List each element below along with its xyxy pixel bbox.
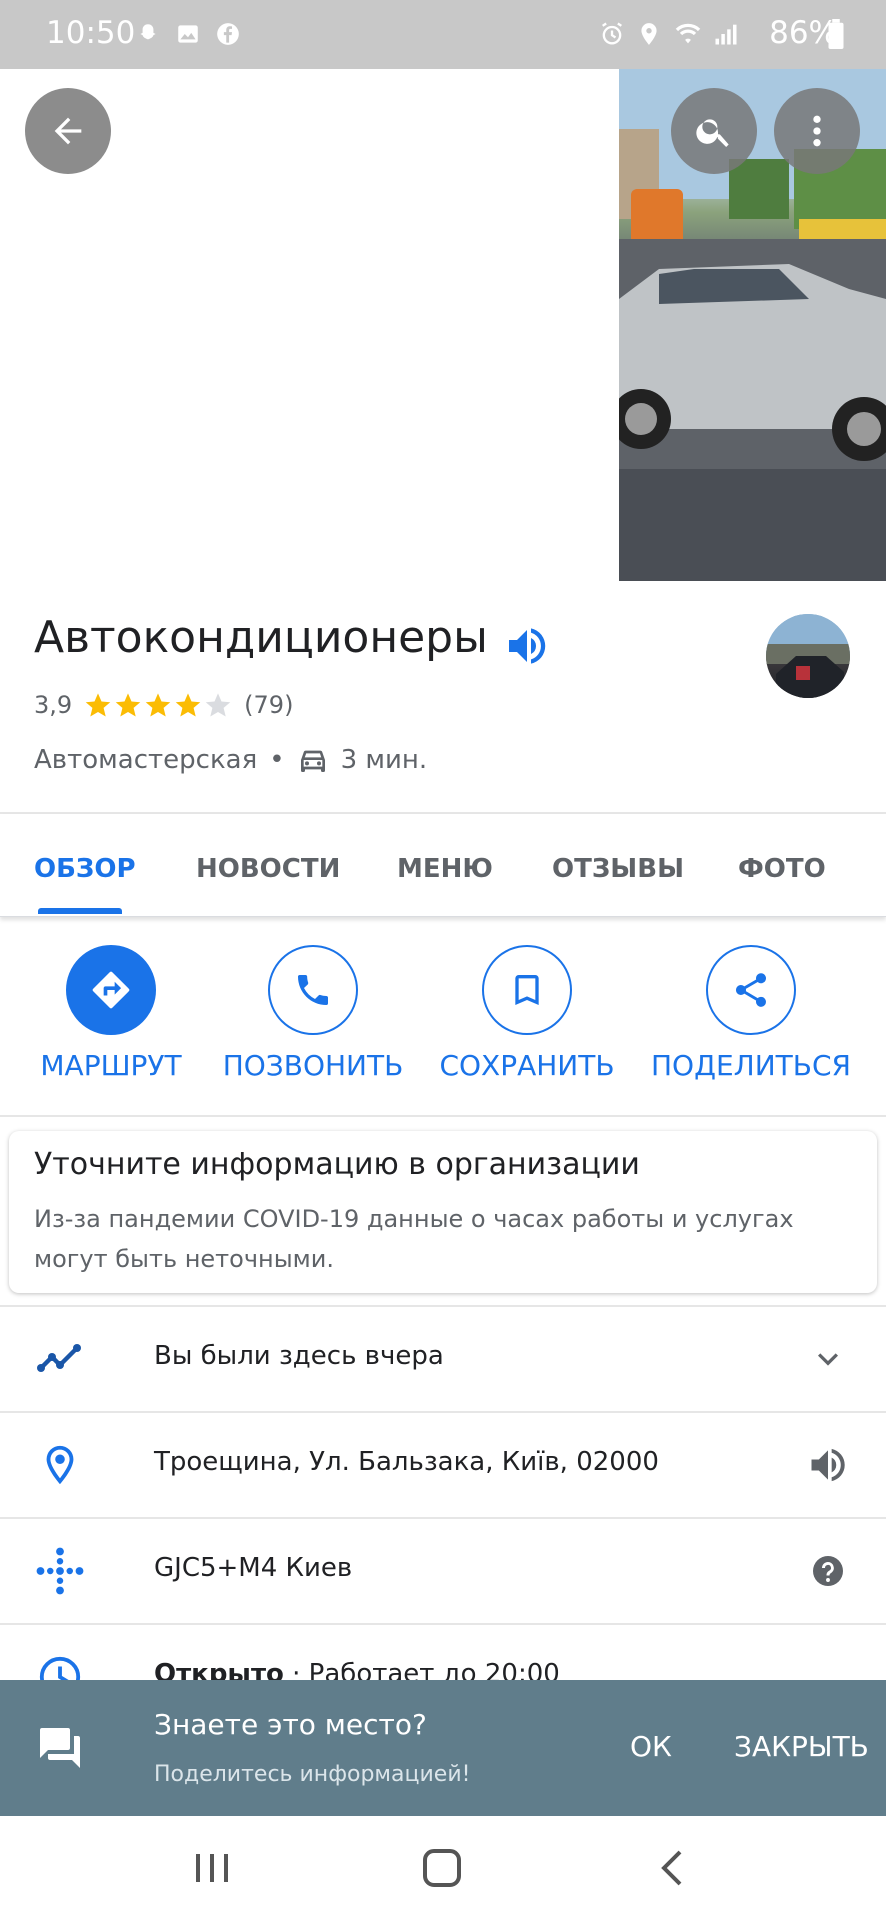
recent-apps-icon[interactable] bbox=[188, 1846, 238, 1890]
close-button[interactable]: ЗАКРЫТЬ bbox=[734, 1730, 869, 1763]
location-pin-icon bbox=[30, 1435, 90, 1495]
snackbar-title: Знаете это место? bbox=[154, 1708, 427, 1741]
rating-value: 3,9 bbox=[34, 691, 73, 719]
plus-code-text: GJC5+M4 Киев bbox=[154, 1553, 353, 1583]
search-icon bbox=[696, 119, 729, 147]
meta-row: Автомастерская • 3 мин. bbox=[34, 740, 427, 780]
help-icon[interactable] bbox=[800, 1543, 856, 1599]
active-tab-indicator bbox=[38, 908, 122, 914]
status-time: 10:50 bbox=[46, 15, 136, 51]
star-empty-icon bbox=[205, 693, 231, 717]
notice-text: Из-за пандемии COVID-19 данные о часах р… bbox=[34, 1205, 794, 1273]
arrow-back-icon bbox=[54, 117, 82, 145]
tab-overview[interactable]: ОБЗОР bbox=[34, 854, 136, 884]
tab-news[interactable]: НОВОСТИ bbox=[196, 854, 340, 884]
status-bar: 10:50 86% bbox=[0, 0, 886, 69]
timeline-icon bbox=[30, 1329, 90, 1389]
notice-title: Уточните информацию в организации bbox=[34, 1147, 640, 1182]
meta-separator: • bbox=[269, 745, 285, 775]
facebook-icon bbox=[212, 18, 244, 50]
address-text: Троещина, Ул. Бальзака, Київ, 02000 bbox=[154, 1447, 659, 1477]
contribute-snackbar: Знаете это место? Поделитесь информацией… bbox=[0, 1680, 886, 1816]
directions-label: МАРШРУТ bbox=[40, 1049, 182, 1082]
plus-code-row[interactable]: GJC5+M4 Киев bbox=[0, 1519, 886, 1623]
save-button[interactable]: СОХРАНИТЬ bbox=[427, 945, 627, 1082]
directions-icon bbox=[66, 945, 156, 1035]
speak-name-icon[interactable] bbox=[503, 622, 551, 670]
call-label: ПОЗВОНИТЬ bbox=[222, 1049, 404, 1082]
star-full-icon bbox=[145, 693, 171, 717]
phone-icon bbox=[268, 945, 358, 1035]
tab-bar: ОБЗОР НОВОСТИ МЕНЮ ОТЗЫВЫ ФОТО bbox=[0, 814, 886, 917]
signal-icon bbox=[710, 18, 742, 50]
place-avatar[interactable] bbox=[766, 614, 850, 698]
star-full-icon bbox=[175, 693, 201, 717]
bookmark-icon bbox=[482, 945, 572, 1035]
search-button[interactable] bbox=[671, 88, 757, 174]
location-icon bbox=[633, 18, 665, 50]
rating-stars bbox=[84, 691, 232, 719]
share-icon bbox=[706, 945, 796, 1035]
visit-history-row[interactable]: Вы были здесь вчера bbox=[0, 1307, 886, 1411]
chevron-down-icon[interactable] bbox=[800, 1331, 856, 1387]
more-vert-icon bbox=[813, 115, 821, 147]
plus-code-icon bbox=[30, 1541, 90, 1601]
ok-button[interactable]: ОК bbox=[630, 1730, 672, 1763]
share-button[interactable]: ПОДЕЛИТЬСЯ bbox=[651, 945, 851, 1082]
snapchat-icon bbox=[132, 18, 164, 50]
car-icon bbox=[300, 750, 325, 772]
drive-time: 3 мин. bbox=[340, 745, 428, 775]
share-label: ПОДЕЛИТЬСЯ bbox=[651, 1049, 851, 1082]
rating-row[interactable]: 3,9 (79) bbox=[34, 688, 293, 722]
back-button[interactable] bbox=[25, 88, 111, 174]
directions-button[interactable]: МАРШРУТ bbox=[11, 945, 211, 1082]
system-back-icon[interactable] bbox=[650, 1844, 698, 1892]
speaker-icon[interactable] bbox=[800, 1437, 856, 1493]
star-full-icon bbox=[85, 693, 111, 717]
divider bbox=[0, 1115, 886, 1117]
tab-reviews[interactable]: ОТЗЫВЫ bbox=[552, 854, 684, 884]
wifi-icon bbox=[672, 18, 704, 50]
system-nav-bar bbox=[0, 1816, 886, 1920]
image-icon bbox=[172, 18, 204, 50]
battery-icon bbox=[820, 18, 852, 50]
home-icon[interactable] bbox=[418, 1844, 466, 1892]
address-row[interactable]: Троещина, Ул. Бальзака, Київ, 02000 bbox=[0, 1413, 886, 1517]
place-category: Автомастерская bbox=[34, 745, 258, 775]
alarm-icon bbox=[596, 18, 628, 50]
tab-photos[interactable]: ФОТО bbox=[738, 854, 826, 884]
place-title: Автокондиционеры bbox=[34, 612, 488, 663]
feedback-icon bbox=[36, 1724, 84, 1772]
more-button[interactable] bbox=[774, 88, 860, 174]
covid-notice-card[interactable]: Уточните информацию в организации Из-за … bbox=[9, 1131, 877, 1293]
call-button[interactable]: ПОЗВОНИТЬ bbox=[213, 945, 413, 1082]
visit-history-text: Вы были здесь вчера bbox=[154, 1341, 444, 1371]
snackbar-subtitle: Поделитесь информацией! bbox=[154, 1762, 471, 1787]
tab-menu[interactable]: МЕНЮ bbox=[397, 854, 493, 884]
save-label: СОХРАНИТЬ bbox=[439, 1049, 615, 1082]
star-full-icon bbox=[115, 693, 141, 717]
reviews-count: (79) bbox=[244, 691, 294, 719]
